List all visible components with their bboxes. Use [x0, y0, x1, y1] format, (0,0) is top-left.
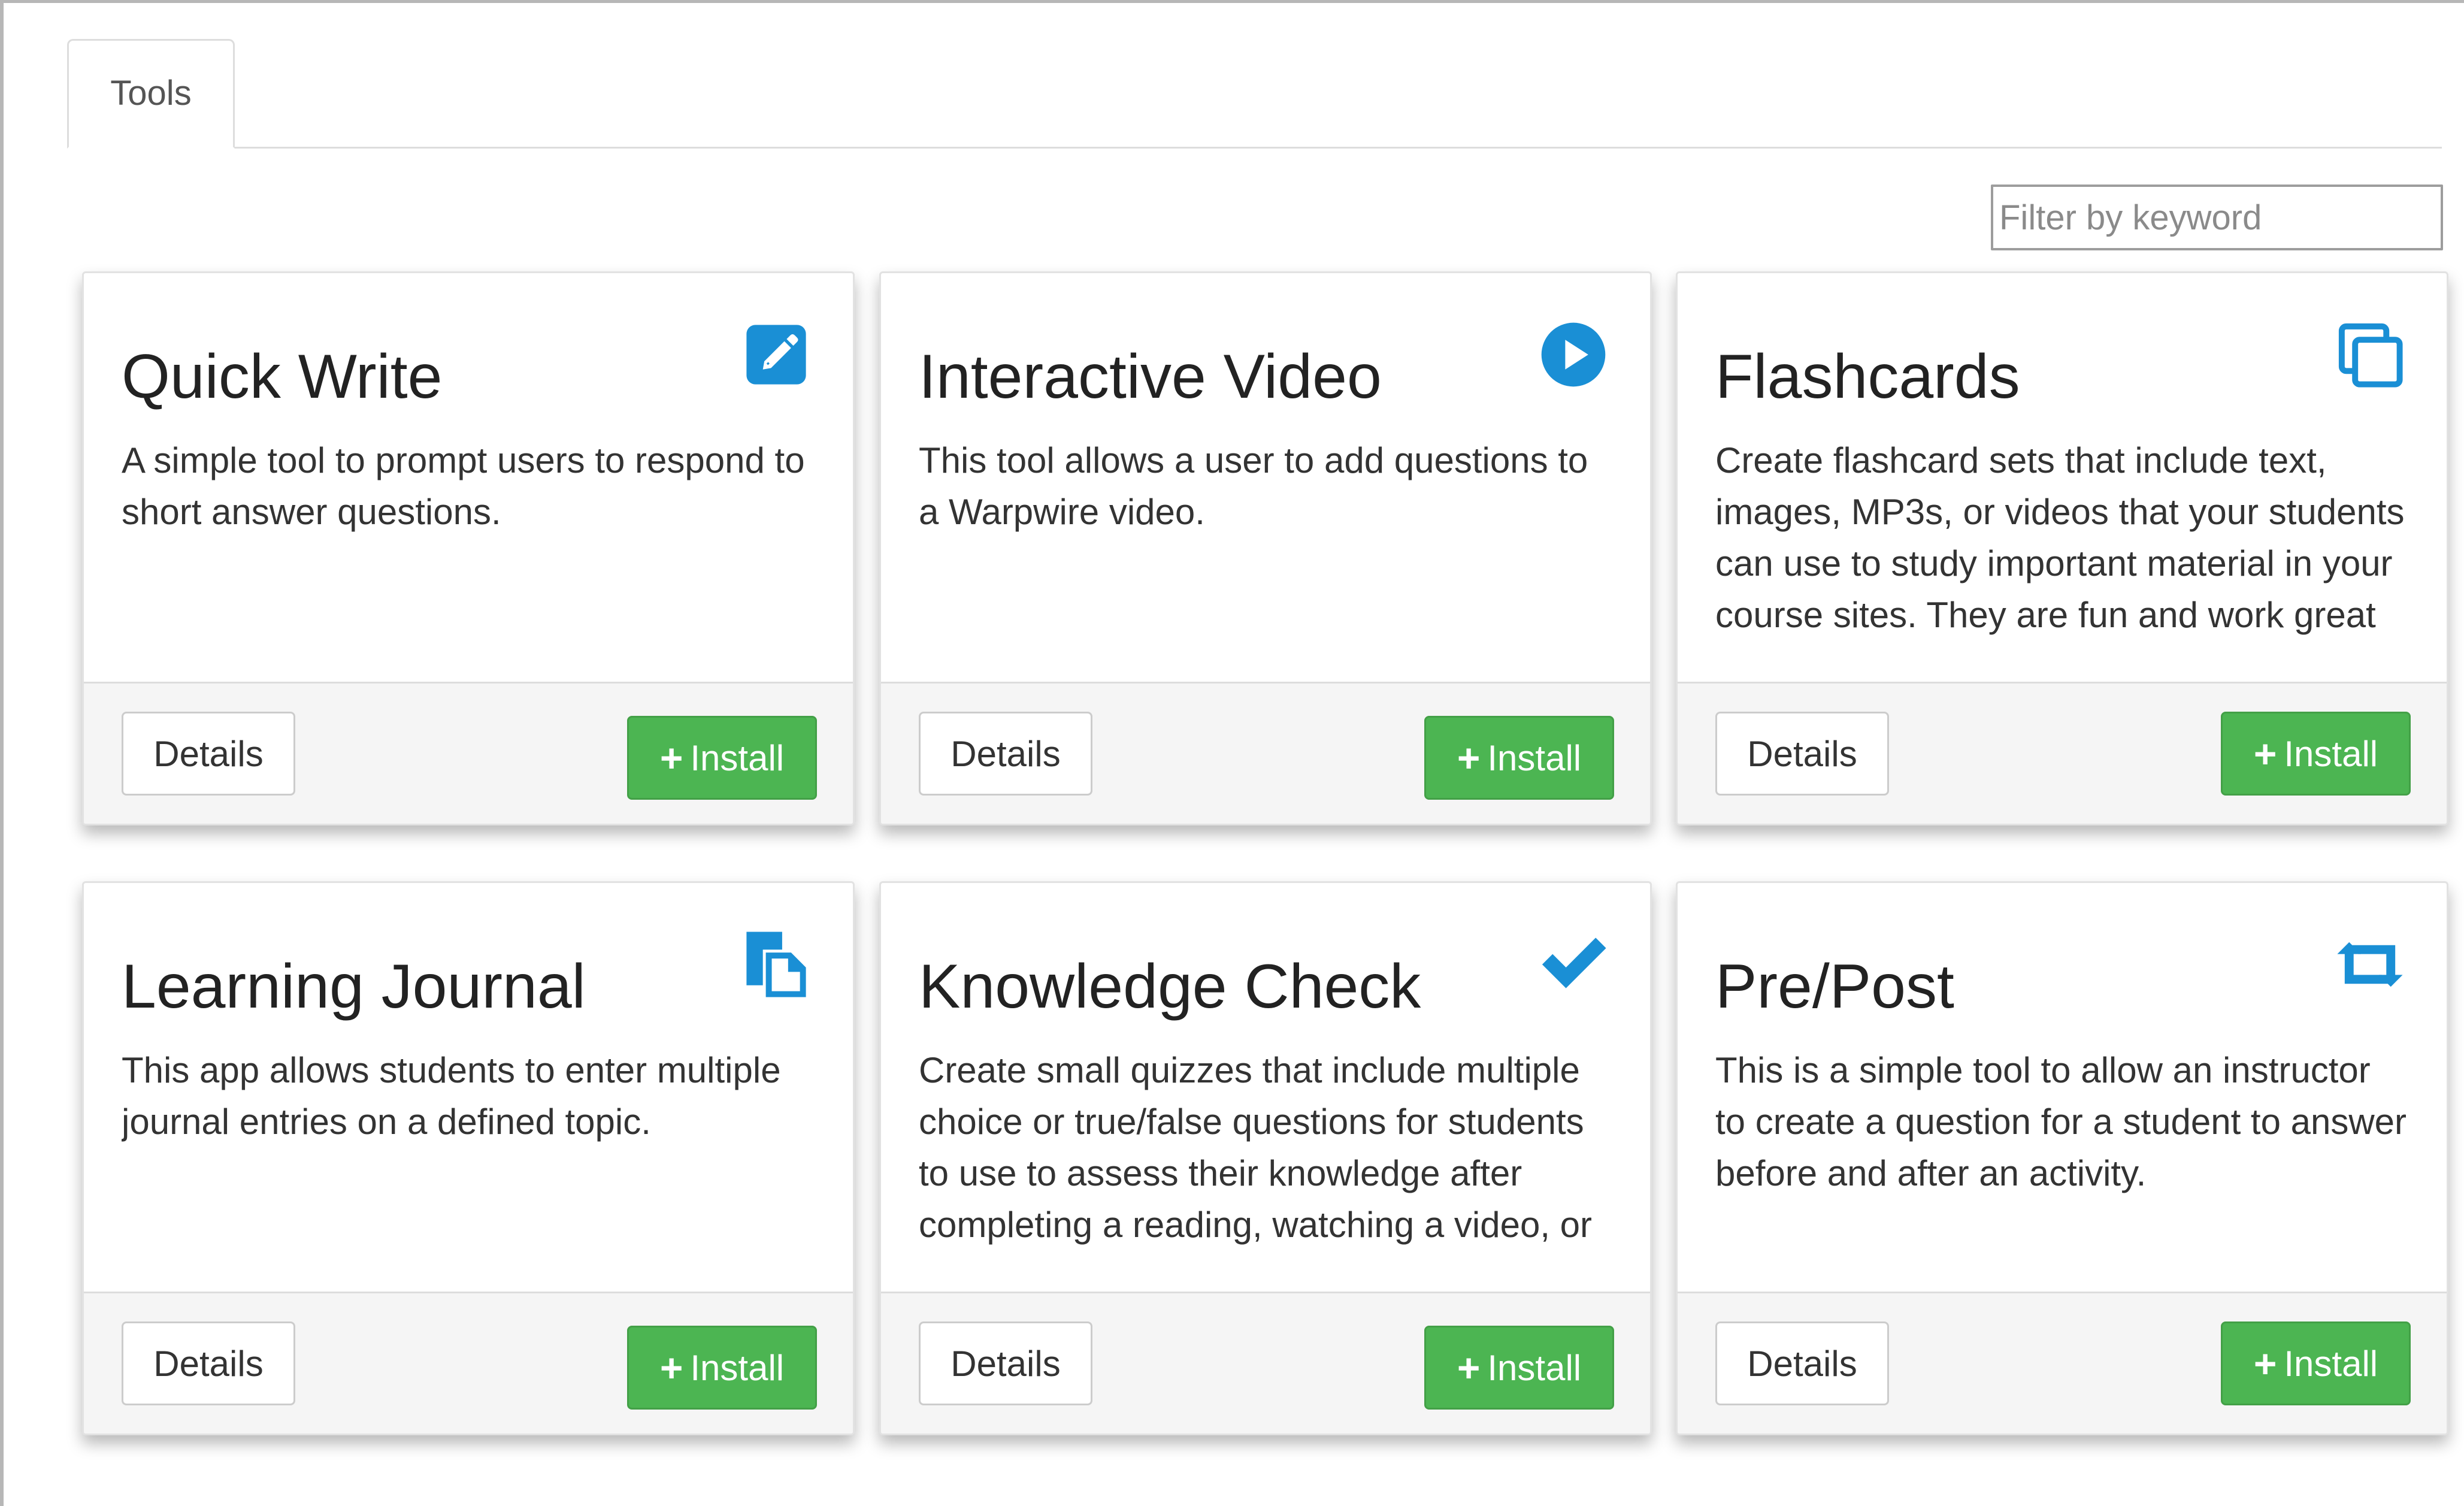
- card-footer: Details + Install: [1678, 682, 2447, 824]
- plus-icon: +: [2253, 731, 2277, 776]
- tab-tools[interactable]: Tools: [67, 39, 235, 149]
- card-footer: Details + Install: [881, 682, 1650, 824]
- details-button[interactable]: Details: [1715, 1321, 1889, 1405]
- card-footer: Details + Install: [881, 1292, 1650, 1434]
- install-label: Install: [690, 737, 785, 778]
- plus-icon: +: [659, 736, 683, 780]
- details-button[interactable]: Details: [122, 1321, 295, 1405]
- card-title: Interactive Video: [919, 342, 1382, 412]
- plus-icon: +: [659, 1345, 683, 1390]
- card-description: This app allows students to enter multip…: [122, 1050, 781, 1142]
- install-button[interactable]: + Install: [627, 716, 817, 800]
- tab-divider: [67, 147, 2442, 149]
- plus-icon: +: [1457, 736, 1481, 780]
- tool-card-interactive-video: Interactive Video This tool allows a use…: [879, 271, 1652, 825]
- details-button[interactable]: Details: [919, 712, 1092, 796]
- install-label: Install: [2284, 733, 2378, 774]
- card-body: Interactive Video This tool allows a use…: [881, 273, 1650, 687]
- card-title: Learning Journal: [122, 952, 586, 1021]
- card-title: Quick Write: [122, 342, 443, 412]
- tool-card-flashcards: Flashcards Create flashcard sets that in…: [1676, 271, 2448, 825]
- card-body: Flashcards Create flashcard sets that in…: [1678, 273, 2447, 687]
- card-title: Pre/Post: [1715, 952, 1954, 1021]
- card-body: Knowledge Check Create small quizzes tha…: [881, 883, 1650, 1296]
- card-description: A simple tool to prompt users to respond…: [122, 440, 805, 532]
- install-button[interactable]: + Install: [1424, 1326, 1614, 1410]
- card-title: Knowledge Check: [919, 952, 1421, 1021]
- card-description: Create small quizzes that include multip…: [919, 1050, 1593, 1245]
- install-label: Install: [690, 1347, 785, 1388]
- play-circle-icon: [1536, 317, 1611, 392]
- card-body: Quick Write A simple tool to prompt user…: [84, 273, 853, 687]
- install-button[interactable]: + Install: [627, 1326, 817, 1410]
- tool-card-pre-post: Pre/Post This is a simple tool to allow …: [1676, 881, 2448, 1435]
- card-title: Flashcards: [1715, 342, 2020, 412]
- card-body: Pre/Post This is a simple tool to allow …: [1678, 883, 2447, 1296]
- install-button[interactable]: + Install: [2221, 1321, 2411, 1405]
- install-label: Install: [1487, 737, 1582, 778]
- details-button[interactable]: Details: [122, 712, 295, 796]
- install-label: Install: [1487, 1347, 1582, 1388]
- files-icon: [739, 927, 813, 1002]
- tool-card-knowledge-check: Knowledge Check Create small quizzes tha…: [879, 881, 1652, 1435]
- card-description: This is a simple tool to allow an instru…: [1715, 1050, 2407, 1193]
- filter-keyword-input[interactable]: [1991, 185, 2443, 250]
- tab-bar: Tools: [67, 39, 2442, 149]
- details-button[interactable]: Details: [919, 1321, 1092, 1405]
- details-button[interactable]: Details: [1715, 712, 1889, 796]
- install-button[interactable]: + Install: [1424, 716, 1614, 800]
- card-body: Learning Journal This app allows student…: [84, 883, 853, 1296]
- tools-panel: Tools Quick Write A simple tool to promp…: [0, 0, 2464, 1506]
- install-label: Install: [2284, 1343, 2378, 1384]
- card-footer: Details + Install: [1678, 1292, 2447, 1434]
- checkmark-icon: [1536, 927, 1611, 1002]
- card-footer: Details + Install: [84, 682, 853, 824]
- plus-icon: +: [1457, 1345, 1481, 1390]
- pencil-square-icon: [739, 317, 813, 392]
- plus-icon: +: [2253, 1341, 2277, 1386]
- card-description: This tool allows a user to add questions…: [919, 440, 1588, 532]
- install-button[interactable]: + Install: [2221, 712, 2411, 796]
- card-footer: Details + Install: [84, 1292, 853, 1434]
- copy-cards-icon: [2333, 317, 2407, 392]
- card-description: Create flashcard sets that include text,…: [1715, 440, 2405, 635]
- retweet-icon: [2333, 927, 2407, 1002]
- tool-card-learning-journal: Learning Journal This app allows student…: [82, 881, 855, 1435]
- tool-card-quick-write: Quick Write A simple tool to prompt user…: [82, 271, 855, 825]
